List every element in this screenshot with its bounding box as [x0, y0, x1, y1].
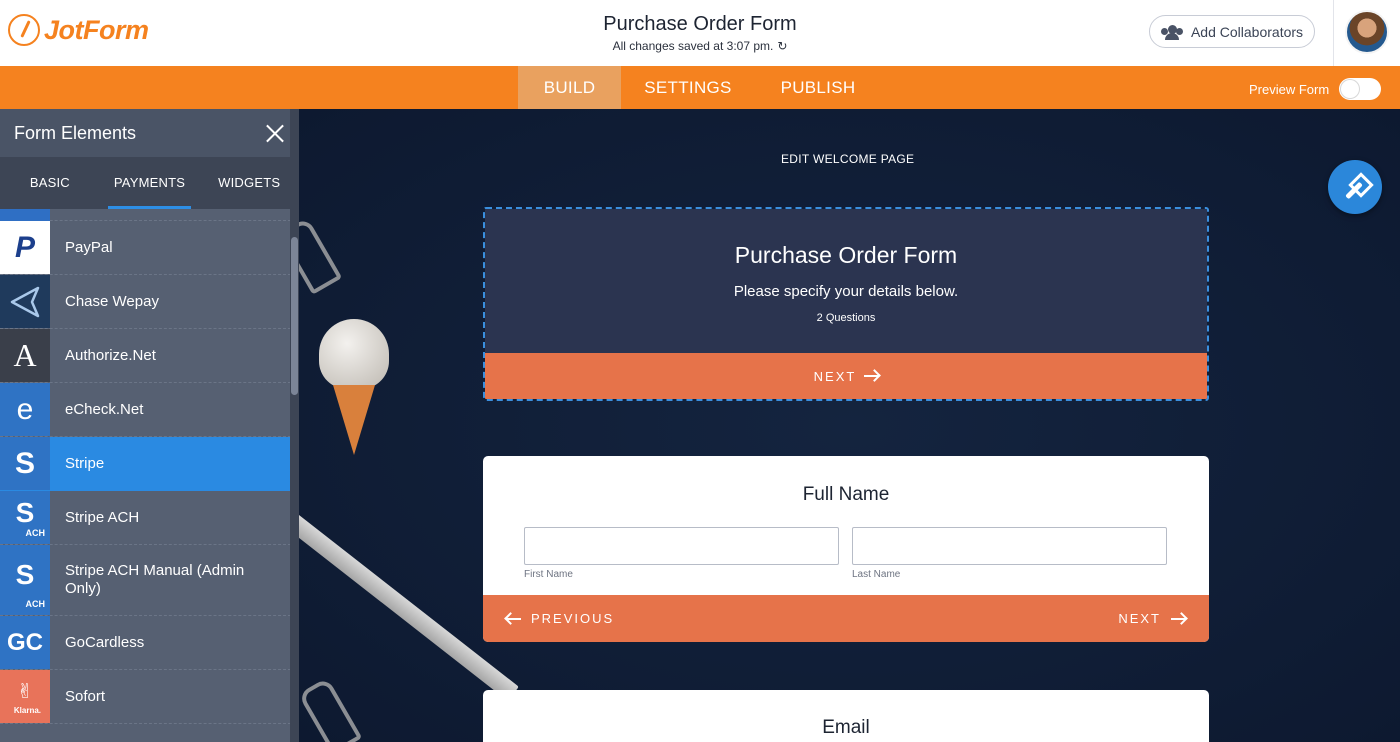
- header-divider: [1333, 0, 1334, 66]
- icon-glyph: A: [13, 337, 37, 373]
- stripe-icon: S: [0, 437, 50, 490]
- icon-sublabel: ACH: [25, 599, 46, 609]
- tab-settings[interactable]: SETTINGS: [636, 66, 740, 109]
- last-name-sublabel: Last Name: [852, 569, 901, 580]
- payment-item-label: eCheck.Net: [65, 400, 144, 418]
- preview-form-toggle[interactable]: [1339, 78, 1382, 100]
- welcome-header: Purchase Order Form Please specify your …: [485, 209, 1207, 353]
- welcome-subtitle: Please specify your details below.: [733, 283, 959, 300]
- panel-header: Form Elements: [0, 109, 299, 157]
- first-name-input[interactable]: [524, 527, 839, 565]
- sofort-icon: ✌ Klarna.: [0, 670, 50, 723]
- payment-item-stripe-ach[interactable]: S ACH Stripe ACH: [0, 491, 291, 545]
- user-avatar[interactable]: [1345, 10, 1389, 54]
- chase-wepay-icon: [0, 275, 50, 328]
- authorize-net-icon: A: [0, 329, 50, 382]
- payment-item-label: Stripe: [65, 454, 105, 472]
- next-label: NEXT: [813, 368, 857, 384]
- payment-item-paypal[interactable]: P PayPal: [0, 221, 291, 275]
- payment-item-label: PayPal: [65, 238, 113, 256]
- question-count: 2 Questions: [816, 312, 876, 324]
- last-name-input[interactable]: [852, 527, 1167, 565]
- first-name-field: First Name: [524, 527, 839, 580]
- payment-item-echeck[interactable]: e eCheck.Net: [0, 383, 291, 437]
- welcome-next-button[interactable]: NEXT: [485, 353, 1207, 399]
- previous-label: PREVIOUS: [531, 611, 615, 626]
- tab-basic[interactable]: BASIC: [0, 157, 100, 209]
- icon-glyph: e: [16, 392, 34, 426]
- payment-item-label: Stripe ACH Manual (Admin Only): [65, 562, 245, 597]
- preview-form: Preview Form: [1249, 78, 1382, 100]
- payment-item-chase-wepay[interactable]: Chase Wepay: [0, 275, 291, 329]
- icon-glyph: GC: [7, 628, 43, 656]
- icon-glyph: ✌: [16, 681, 34, 703]
- binder-clip-decoration-bottom: [299, 677, 363, 742]
- gocardless-icon: GC: [0, 616, 50, 669]
- refresh-icon[interactable]: ↻: [777, 39, 787, 53]
- email-question-card[interactable]: Email: [483, 690, 1209, 742]
- panel-tabs: BASIC PAYMENTS WIDGETS: [0, 157, 299, 209]
- stripe-ach-icon: S ACH: [0, 491, 50, 544]
- tab-payments[interactable]: PAYMENTS: [100, 157, 200, 209]
- icon-glyph: P: [14, 230, 35, 264]
- arrow-left-icon: [507, 617, 521, 620]
- form-canvas: EDIT WELCOME PAGE Purchase Order Form Pl…: [299, 109, 1400, 742]
- payment-item-stripe-ach-manual[interactable]: S ACH Stripe ACH Manual (Admin Only): [0, 545, 291, 616]
- list-item-partial: [0, 209, 291, 221]
- payment-item-label: Chase Wepay: [65, 292, 159, 310]
- ice-cream-decoration: [319, 319, 389, 459]
- question-nav-bar: PREVIOUS NEXT: [483, 595, 1209, 642]
- next-label: NEXT: [1118, 611, 1161, 626]
- icon-sublabel: ACH: [25, 528, 46, 538]
- payment-item-label: Stripe ACH: [65, 508, 140, 526]
- paypal-icon: P: [0, 221, 50, 274]
- icon-glyph: S: [15, 559, 35, 590]
- first-name-sublabel: First Name: [524, 569, 573, 580]
- add-collaborators-button[interactable]: Add Collaborators: [1149, 15, 1315, 48]
- tab-widgets[interactable]: WIDGETS: [199, 157, 299, 209]
- payment-item-authorize-net[interactable]: A Authorize.Net: [0, 329, 291, 383]
- icon-glyph: S: [14, 446, 35, 480]
- payment-item-stripe[interactable]: S Stripe: [0, 437, 291, 491]
- previous-button[interactable]: PREVIOUS: [507, 595, 614, 642]
- binder-clip-decoration: [299, 217, 343, 295]
- tab-build[interactable]: BUILD: [518, 66, 621, 109]
- payment-element-list: P PayPal Chase Wepay A Authorize.Net e eCheck.…: [0, 209, 291, 724]
- icon-glyph: S: [15, 496, 35, 528]
- add-collaborators-label: Add Collaborators: [1190, 23, 1304, 40]
- welcome-page-card[interactable]: Purchase Order Form Please specify your …: [483, 207, 1209, 401]
- next-button[interactable]: NEXT: [1118, 595, 1185, 642]
- full-name-title: Full Name: [802, 484, 890, 505]
- save-status-text: All changes saved at 3:07 pm.: [612, 39, 774, 53]
- stripe-ach-manual-icon: S ACH: [0, 545, 50, 615]
- welcome-title: Purchase Order Form: [734, 242, 958, 268]
- payment-item-label: Authorize.Net: [65, 346, 156, 364]
- payment-item-label: Sofort: [65, 687, 106, 705]
- edit-welcome-page-link[interactable]: EDIT WELCOME PAGE: [781, 152, 914, 166]
- tab-publish[interactable]: PUBLISH: [770, 66, 866, 109]
- name-fields: First Name Last Name: [524, 527, 1167, 580]
- panel-title: Form Elements: [14, 122, 137, 143]
- email-title: Email: [822, 717, 870, 738]
- arrow-right-icon: [1171, 617, 1185, 620]
- form-elements-panel: Form Elements BASIC PAYMENTS WIDGETS P Pa…: [0, 109, 299, 742]
- icon-sublabel: Klarna.: [13, 706, 41, 715]
- arrow-right-icon: [864, 375, 879, 377]
- users-icon: [1160, 24, 1183, 40]
- scrollbar-thumb[interactable]: [291, 237, 298, 395]
- close-icon[interactable]: [265, 123, 285, 143]
- last-name-field: Last Name: [852, 527, 1167, 580]
- top-header: JotForm Purchase Order Form All changes …: [0, 0, 1400, 66]
- panel-scrollbar[interactable]: [290, 109, 299, 742]
- payment-item-gocardless[interactable]: GC GoCardless: [0, 616, 291, 670]
- preview-form-label: Preview Form: [1249, 81, 1330, 97]
- echeck-icon: e: [0, 383, 50, 436]
- payment-item-sofort[interactable]: ✌ Klarna. Sofort: [0, 670, 291, 724]
- form-designer-button[interactable]: [1328, 160, 1382, 214]
- payment-item-label: GoCardless: [65, 633, 145, 651]
- full-name-question-card[interactable]: Full Name First Name Last Name PREVIOUS …: [483, 456, 1209, 642]
- builder-nav: BUILD SETTINGS PUBLISH Preview Form: [0, 66, 1400, 109]
